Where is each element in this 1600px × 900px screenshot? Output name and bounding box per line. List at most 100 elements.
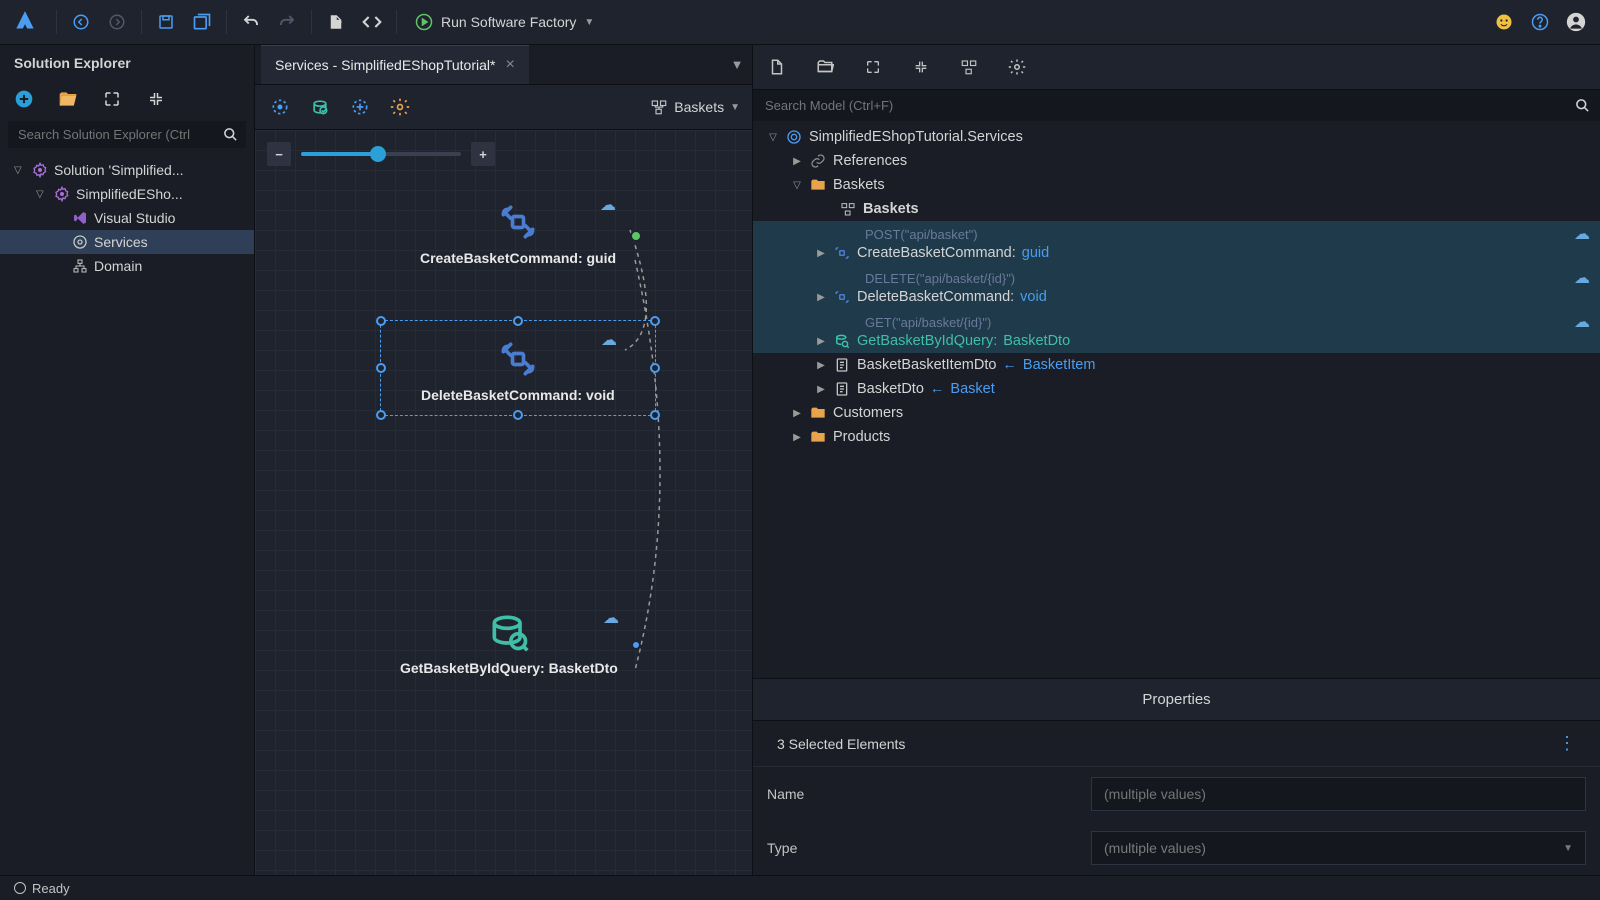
type-label: Type [767,840,1077,856]
forward-button[interactable] [101,6,133,38]
design-canvas[interactable]: − + CreateBasketCommand: guid ☁ DeleteBa… [255,130,752,875]
help-button[interactable] [1524,6,1556,38]
context-dropdown[interactable]: Baskets ▼ [650,98,740,116]
query-node[interactable]: GetBasketByIdQuery: BasketDto [400,610,618,676]
folder-icon [809,404,827,422]
dto-item-2[interactable]: ▶ BasketDto ← Basket [753,377,1600,401]
vs-icon [72,210,88,226]
arrow-left-icon: ← [1002,357,1017,373]
status-bar: Ready [0,875,1600,900]
model-search-input[interactable] [753,90,1564,121]
services-node[interactable]: Services [0,230,254,254]
connection-point[interactable] [630,230,642,242]
user-button[interactable] [1560,6,1592,38]
chevron-down-icon: ▼ [730,102,740,113]
designer-panel: Services - SimplifiedEShopTutorial* × ▼ … [255,45,753,875]
properties-subtitle: 3 Selected Elements [777,736,905,752]
collapse-all-button[interactable] [909,55,933,79]
diagram-view-button[interactable] [957,55,981,79]
tool-1-button[interactable] [267,94,293,120]
get-query-item[interactable]: ▶ GetBasketByIdQuery: BasketDto [753,332,1600,353]
link-icon [809,152,827,170]
create-command-node[interactable]: CreateBasketCommand: guid [420,200,616,266]
expand-all-button[interactable] [861,55,885,79]
designer-tab[interactable]: Services - SimplifiedEShopTutorial* × [261,45,529,84]
chevron-down-icon: ▽ [36,189,48,200]
feedback-button[interactable] [1488,6,1520,38]
tool-3-button[interactable] [347,94,373,120]
command-icon [833,244,851,262]
chevron-down-icon: ▼ [1563,843,1573,854]
save-all-button[interactable] [186,6,218,38]
arrow-left-icon: ← [930,381,945,397]
references-node[interactable]: ▶ References [753,149,1600,173]
tool-4-button[interactable] [387,94,413,120]
search-icon[interactable] [1564,90,1600,121]
open-folder-button[interactable] [58,89,78,109]
create-command-route: POST("api/basket") ☁ [753,221,1600,244]
redo-button[interactable] [271,6,303,38]
code-button[interactable] [356,6,388,38]
visual-studio-node[interactable]: Visual Studio [0,206,254,230]
zoom-in-button[interactable]: + [471,142,495,166]
dto-icon [833,356,851,374]
collapse-button[interactable] [146,89,166,109]
more-button[interactable]: ⋮ [1558,733,1576,754]
save-button[interactable] [150,6,182,38]
model-root[interactable]: ▽ SimplifiedEShopTutorial.Services [753,125,1600,149]
play-icon [415,13,433,31]
chevron-down-icon: ▼ [584,17,594,28]
main-toolbar: Run Software Factory ▼ [0,0,1600,45]
project-node[interactable]: ▽ SimplifiedESho... [0,182,254,206]
api-icon: ☁ [1574,312,1590,332]
chevron-down-icon: ▽ [767,132,779,143]
get-query-route: GET("api/basket/{id}") ☁ [753,309,1600,332]
undo-button[interactable] [235,6,267,38]
back-button[interactable] [65,6,97,38]
customers-folder[interactable]: ▶ Customers [753,401,1600,425]
new-file-button[interactable] [765,55,789,79]
api-icon: ☁ [1574,224,1590,244]
close-tab-button[interactable]: × [505,56,514,74]
status-text: Ready [32,881,70,896]
status-icon [14,882,26,894]
cloud-icon: ☁ [601,330,617,350]
properties-panel: Properties 3 Selected Elements ⋮ Name Ty… [753,678,1600,875]
domain-node[interactable]: Domain [0,254,254,278]
add-button[interactable] [14,89,34,109]
target-icon [785,128,803,146]
run-dropdown[interactable]: Run Software Factory ▼ [405,6,604,38]
search-icon[interactable] [214,121,246,148]
tab-menu-button[interactable]: ▼ [722,45,752,84]
zoom-out-button[interactable]: − [267,142,291,166]
chevron-right-icon: ▶ [815,336,827,347]
open-folder-button[interactable] [813,55,837,79]
name-input[interactable] [1091,777,1586,811]
settings-button[interactable] [1005,55,1029,79]
query-icon [833,332,851,350]
tool-2-button[interactable] [307,94,333,120]
connection-point[interactable] [631,640,641,650]
delete-command-item[interactable]: ▶ DeleteBasketCommand: void [753,288,1600,309]
solution-search-input[interactable] [8,121,214,148]
chevron-down-icon: ▽ [791,180,803,191]
services-icon [72,234,88,250]
baskets-diagram[interactable]: Baskets [753,197,1600,221]
products-folder[interactable]: ▶ Products [753,425,1600,449]
export-button[interactable] [320,6,352,38]
baskets-folder[interactable]: ▽ Baskets [753,173,1600,197]
diagram-icon [650,98,668,116]
solution-node[interactable]: ▽ Solution 'Simplified... [0,158,254,182]
expand-button[interactable] [102,89,122,109]
create-command-item[interactable]: ▶ CreateBasketCommand: guid [753,244,1600,265]
diagram-icon [839,200,857,218]
type-select[interactable]: (multiple values) ▼ [1091,831,1586,865]
chevron-right-icon: ▶ [815,384,827,395]
dto-icon [833,380,851,398]
chevron-right-icon: ▶ [791,156,803,167]
gear-icon [32,162,48,178]
dto-item-1[interactable]: ▶ BasketBasketItemDto ← BasketItem [753,353,1600,377]
gear-icon [54,186,70,202]
chevron-down-icon: ▽ [14,165,26,176]
zoom-slider[interactable] [301,152,461,156]
